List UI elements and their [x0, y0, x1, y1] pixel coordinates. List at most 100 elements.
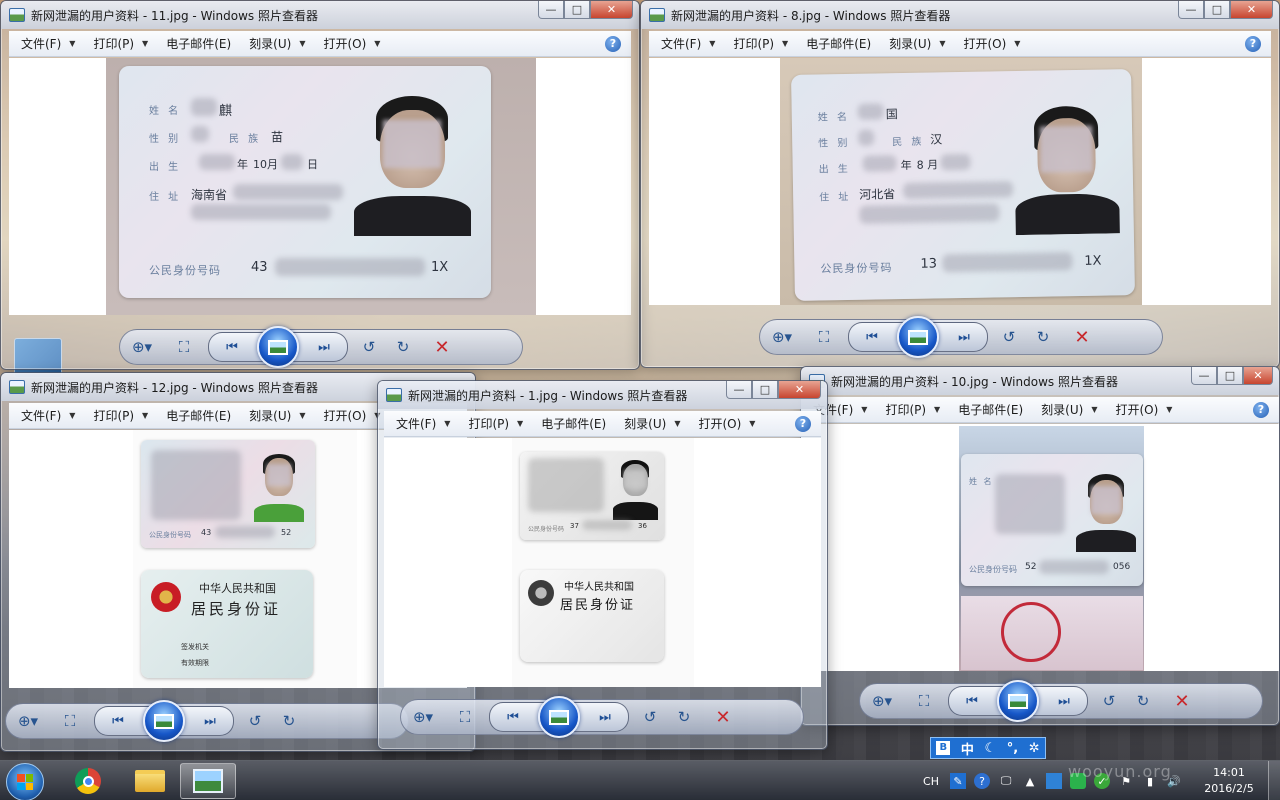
menu-email[interactable]: 电子邮件(E) — [166, 35, 231, 52]
menu-print[interactable]: 打印(P) ▼ — [885, 401, 940, 418]
rotate-ccw-icon[interactable]: ↺ — [352, 338, 386, 356]
monitor-tray-icon[interactable]: 🖵 — [998, 773, 1014, 789]
slideshow-icon[interactable] — [538, 696, 580, 738]
input-language-indicator[interactable]: CH — [920, 773, 942, 789]
ime-settings-icon[interactable]: ✲ — [1029, 741, 1040, 756]
minimize-button[interactable]: — — [1191, 367, 1217, 385]
maximize-button[interactable]: □ — [1204, 1, 1230, 19]
rotate-cw-icon[interactable]: ↻ — [386, 338, 420, 356]
ime-tray-icon[interactable]: ✎ — [950, 773, 966, 789]
menu-print[interactable]: 打印(P) ▼ — [93, 407, 148, 424]
menu-file[interactable]: 文件(F) ▼ — [396, 415, 450, 432]
slideshow-icon[interactable] — [257, 326, 299, 368]
menu-file[interactable]: 文件(F) ▼ — [661, 35, 715, 52]
menu-email[interactable]: 电子邮件(E) — [806, 35, 871, 52]
taskbar-photo-viewer[interactable] — [180, 763, 236, 799]
clock[interactable]: 14:01 2016/2/5 — [1190, 765, 1268, 797]
maximize-button[interactable]: □ — [564, 1, 590, 19]
next-icon[interactable]: ⏭ — [301, 340, 347, 355]
help-icon[interactable]: ? — [605, 36, 621, 52]
menu-print[interactable]: 打印(P) ▼ — [468, 415, 523, 432]
ime-language-toggle[interactable]: 中 — [961, 739, 974, 758]
image-view[interactable]: 姓 名 国 性 别 民 族 汉 出 生 年 8 月 住 址 河北省 公民身份号码… — [649, 58, 1271, 305]
fit-window-icon[interactable]: ⛶ — [804, 328, 844, 346]
menu-burn[interactable]: 刻录(U) ▼ — [249, 35, 305, 52]
close-button[interactable]: ✕ — [590, 1, 633, 19]
photo-viewer-window-8[interactable]: 新网泄漏的用户资料 - 8.jpg - Windows 照片查看器 — □ ✕ … — [640, 0, 1280, 368]
title-bar[interactable]: 新网泄漏的用户资料 - 1.jpg - Windows 照片查看器 — □ ✕ — [378, 381, 827, 409]
fit-window-icon[interactable]: ⛶ — [904, 692, 944, 710]
ime-halfwidth-icon[interactable]: ☾ — [985, 741, 997, 756]
menu-burn[interactable]: 刻录(U) ▼ — [1041, 401, 1097, 418]
rotate-cw-icon[interactable]: ↻ — [1126, 692, 1160, 710]
slideshow-icon[interactable] — [997, 680, 1039, 722]
title-bar[interactable]: 新网泄漏的用户资料 - 8.jpg - Windows 照片查看器 — □ ✕ — [641, 1, 1279, 29]
image-view[interactable]: 姓 名 麒 性 别 民 族 苗 出 生 年 10月 日 住 址 海南省 公民身份… — [9, 58, 631, 315]
help-icon[interactable]: ? — [1245, 36, 1261, 52]
title-bar[interactable]: 新网泄漏的用户资料 - 11.jpg - Windows 照片查看器 — □ ✕ — [1, 1, 639, 29]
close-button[interactable]: ✕ — [1243, 367, 1273, 385]
menu-email[interactable]: 电子邮件(E) — [166, 407, 231, 424]
next-icon[interactable]: ⏭ — [187, 714, 233, 729]
menu-burn[interactable]: 刻录(U) ▼ — [889, 35, 945, 52]
previous-icon[interactable]: ⏮ — [95, 714, 141, 729]
delete-icon[interactable]: ✕ — [1060, 327, 1104, 348]
slideshow-icon[interactable] — [143, 700, 185, 742]
rotate-ccw-icon[interactable]: ↺ — [992, 328, 1026, 346]
minimize-button[interactable]: — — [726, 381, 752, 399]
previous-icon[interactable]: ⏮ — [490, 710, 536, 725]
rotate-cw-icon[interactable]: ↻ — [667, 708, 701, 726]
next-icon[interactable]: ⏭ — [1041, 694, 1087, 709]
zoom-icon[interactable]: ⊕▾ — [760, 328, 804, 346]
delete-icon[interactable]: ✕ — [420, 337, 464, 358]
show-hidden-icons-icon[interactable]: ▲ — [1022, 773, 1038, 789]
image-view[interactable]: 姓 名 公民身份号码 52 056 — [801, 424, 1279, 671]
delete-icon[interactable]: ✕ — [701, 707, 745, 728]
start-button[interactable] — [6, 763, 44, 800]
taskbar-explorer[interactable] — [122, 763, 178, 799]
rotate-ccw-icon[interactable]: ↺ — [633, 708, 667, 726]
help-icon[interactable]: ? — [795, 416, 811, 432]
fit-window-icon[interactable]: ⛶ — [164, 338, 204, 356]
menu-print[interactable]: 打印(P) ▼ — [733, 35, 788, 52]
menu-open[interactable]: 打开(O) ▼ — [323, 35, 380, 52]
menu-print[interactable]: 打印(P) ▼ — [93, 35, 148, 52]
slideshow-icon[interactable] — [897, 316, 939, 358]
zoom-icon[interactable]: ⊕▾ — [860, 692, 904, 710]
ime-toolbar[interactable]: B 中 ☾ °, ✲ — [930, 737, 1046, 759]
network-tray-icon[interactable] — [1046, 773, 1062, 789]
previous-icon[interactable]: ⏮ — [209, 340, 255, 355]
help-icon[interactable]: ? — [1253, 402, 1269, 418]
zoom-icon[interactable]: ⊕▾ — [6, 712, 50, 730]
menu-file[interactable]: 文件(F) ▼ — [21, 407, 75, 424]
minimize-button[interactable]: — — [538, 1, 564, 19]
zoom-icon[interactable]: ⊕▾ — [120, 338, 164, 356]
maximize-button[interactable]: □ — [752, 381, 778, 399]
next-icon[interactable]: ⏭ — [582, 710, 628, 725]
previous-icon[interactable]: ⏮ — [849, 330, 895, 345]
menu-open[interactable]: 打开(O) ▼ — [963, 35, 1020, 52]
close-button[interactable]: ✕ — [1230, 1, 1273, 19]
minimize-button[interactable]: — — [1178, 1, 1204, 19]
ime-logo-icon[interactable]: B — [936, 741, 951, 755]
menu-email[interactable]: 电子邮件(E) — [541, 415, 606, 432]
delete-icon[interactable]: ✕ — [1160, 691, 1204, 712]
photo-viewer-window-1[interactable]: 新网泄漏的用户资料 - 1.jpg - Windows 照片查看器 — □ ✕ … — [377, 380, 828, 750]
menu-open[interactable]: 打开(O) ▼ — [1115, 401, 1172, 418]
maximize-button[interactable]: □ — [1217, 367, 1243, 385]
fit-window-icon[interactable]: ⛶ — [50, 712, 90, 730]
image-view[interactable]: 公民身份号码 37 36 中华人民共和国 居民身份证 — [384, 438, 821, 687]
zoom-icon[interactable]: ⊕▾ — [401, 708, 445, 726]
menu-file[interactable]: 文件(F) ▼ — [21, 35, 75, 52]
previous-icon[interactable]: ⏮ — [949, 694, 995, 709]
photo-viewer-window-10[interactable]: 新网泄漏的用户资料 - 10.jpg - Windows 照片查看器 — □ ✕… — [800, 366, 1280, 726]
ime-punctuation-icon[interactable]: °, — [1007, 741, 1018, 756]
menu-burn[interactable]: 刻录(U) ▼ — [624, 415, 680, 432]
taskbar-chrome[interactable] — [60, 763, 116, 799]
title-bar[interactable]: 新网泄漏的用户资料 - 10.jpg - Windows 照片查看器 — □ ✕ — [801, 367, 1279, 395]
show-desktop-button[interactable] — [1268, 761, 1280, 800]
next-icon[interactable]: ⏭ — [941, 330, 987, 345]
rotate-ccw-icon[interactable]: ↺ — [238, 712, 272, 730]
rotate-cw-icon[interactable]: ↻ — [1026, 328, 1060, 346]
close-button[interactable]: ✕ — [778, 381, 821, 399]
